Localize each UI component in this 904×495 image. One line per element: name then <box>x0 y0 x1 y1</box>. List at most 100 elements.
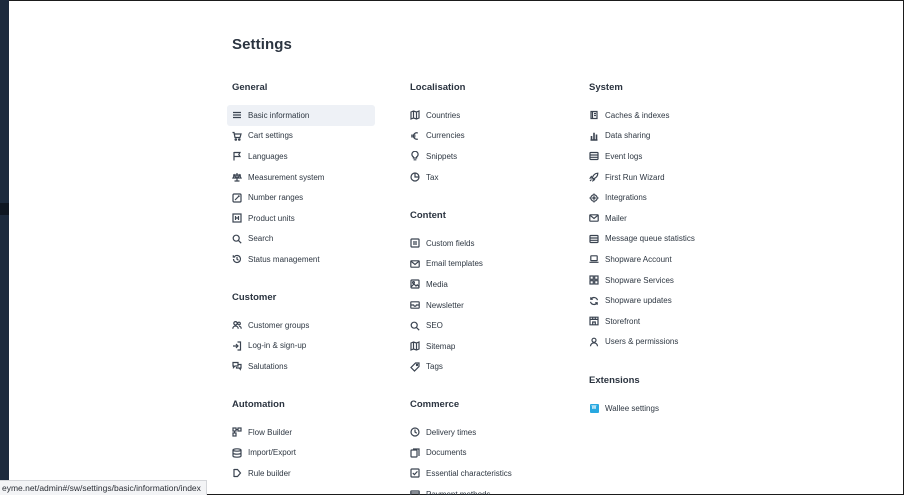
settings-item-label: Shopware Services <box>605 275 674 285</box>
settings-item-payment-methods[interactable]: Payment methods <box>405 484 553 495</box>
settings-item-integrations[interactable]: Integrations <box>584 187 732 208</box>
settings-item-number-ranges[interactable]: Number ranges <box>227 187 375 208</box>
users-icon <box>232 320 242 330</box>
settings-item-import-export[interactable]: Import/Export <box>227 443 375 464</box>
chat-icon <box>232 361 242 372</box>
settings-item-label: Caches & indexes <box>605 110 670 120</box>
settings-item-cart-settings[interactable]: Cart settings <box>227 126 375 147</box>
settings-item-label: Number ranges <box>248 193 304 203</box>
target-icon <box>589 193 599 203</box>
flag-icon <box>232 151 242 161</box>
settings-item-label: Status management <box>248 254 320 264</box>
euro-icon <box>410 131 420 141</box>
settings-item-label: Sitemap <box>426 341 456 351</box>
settings-item-label: Mailer <box>605 213 627 223</box>
custom-field-icon <box>410 238 420 248</box>
settings-item-label: Wallee settings <box>605 403 659 413</box>
settings-item-log-in-and-sign-up[interactable]: Log-in & sign-up <box>227 336 375 357</box>
settings-item-status-management[interactable]: Status management <box>227 249 375 270</box>
settings-item-message-queue-statistics[interactable]: Message queue statistics <box>584 229 732 250</box>
sidebar-edge-marker <box>0 203 9 215</box>
settings-item-newsletter[interactable]: Newsletter <box>405 295 553 316</box>
search-icon <box>410 321 420 331</box>
settings-item-flow-builder[interactable]: Flow Builder <box>227 422 375 443</box>
settings-item-media[interactable]: Media <box>405 274 553 295</box>
settings-item-label: Cart settings <box>248 131 293 141</box>
section-localisation: Localisation Countries Currencies Snippets T… <box>410 81 560 187</box>
settings-item-search[interactable]: Search <box>227 229 375 250</box>
settings-item-first-run-wizard[interactable]: First Run Wizard <box>584 167 732 188</box>
settings-item-customer-groups[interactable]: Customer groups <box>227 315 375 336</box>
settings-item-sitemap[interactable]: Sitemap <box>405 336 553 357</box>
settings-item-label: Documents <box>426 448 467 458</box>
scale-icon <box>232 172 242 182</box>
section-commerce: Commerce Delivery times Documents Essential… <box>410 398 560 495</box>
settings-item-storefront[interactable]: Storefront <box>584 311 732 332</box>
settings-item-label: Measurement system <box>248 172 325 182</box>
checkbox-icon <box>410 468 420 479</box>
settings-item-measurement-system[interactable]: Measurement system <box>227 167 375 188</box>
settings-item-users-and-permissions[interactable]: Users & permissions <box>584 332 732 353</box>
section-title-localisation: Localisation <box>410 82 466 93</box>
page-title: Settings <box>232 36 292 53</box>
bulb-icon <box>410 151 420 161</box>
settings-item-label: Custom fields <box>426 238 475 248</box>
settings-item-shopware-services[interactable]: Shopware Services <box>584 270 732 291</box>
settings-item-custom-fields[interactable]: Custom fields <box>405 233 553 254</box>
settings-item-snippets[interactable]: Snippets <box>405 146 553 167</box>
section-extensions: Extensions W Wallee settings <box>589 374 739 419</box>
settings-item-label: First Run Wizard <box>605 172 665 182</box>
list-icon <box>589 151 599 161</box>
settings-item-salutations[interactable]: Salutations <box>227 356 375 377</box>
settings-item-rule-builder[interactable]: Rule builder <box>227 463 375 484</box>
settings-item-currencies[interactable]: Currencies <box>405 126 553 147</box>
credit-card-icon <box>410 489 420 495</box>
settings-item-caches-and-indexes[interactable]: Caches & indexes <box>584 105 732 126</box>
settings-item-delivery-times[interactable]: Delivery times <box>405 422 553 443</box>
settings-item-label: Shopware updates <box>605 296 672 306</box>
settings-item-shopware-account[interactable]: Shopware Account <box>584 249 732 270</box>
settings-item-mailer[interactable]: Mailer <box>584 208 732 229</box>
search-icon <box>232 234 242 244</box>
laptop-icon <box>589 254 599 264</box>
settings-item-tags[interactable]: Tags <box>405 357 553 378</box>
menu-icon <box>232 110 242 120</box>
settings-item-label: Product units <box>248 213 295 223</box>
section-automation: Automation Flow Builder Import/Export Rule … <box>232 398 382 484</box>
settings-item-label: Languages <box>248 151 288 161</box>
settings-item-wallee-settings[interactable]: W Wallee settings <box>584 398 732 419</box>
map-icon <box>410 341 420 352</box>
settings-item-tax[interactable]: Tax <box>405 167 553 188</box>
settings-item-label: Currencies <box>426 131 465 141</box>
settings-item-label: Rule builder <box>248 468 291 478</box>
settings-item-documents[interactable]: Documents <box>405 443 553 464</box>
storefront-icon <box>589 316 599 326</box>
bar-chart-icon <box>589 131 599 141</box>
settings-item-data-sharing[interactable]: Data sharing <box>584 126 732 147</box>
settings-item-product-units[interactable]: Product units <box>227 208 375 229</box>
settings-item-email-templates[interactable]: Email templates <box>405 254 553 275</box>
section-title-customer: Customer <box>232 292 277 303</box>
settings-item-languages[interactable]: Languages <box>227 146 375 167</box>
number-range-icon <box>232 193 242 203</box>
settings-item-essential-characteristics[interactable]: Essential characteristics <box>405 463 553 484</box>
settings-item-basic-information[interactable]: Basic information <box>227 105 375 126</box>
rule-icon <box>232 468 242 478</box>
settings-item-shopware-updates[interactable]: Shopware updates <box>584 290 732 311</box>
settings-item-countries[interactable]: Countries <box>405 105 553 126</box>
settings-item-event-logs[interactable]: Event logs <box>584 146 732 167</box>
flow-icon <box>232 427 242 437</box>
grid-icon <box>589 275 599 285</box>
status-bar-url: eyme.net/admin#/sw/settings/basic/inform… <box>0 480 207 495</box>
settings-item-seo[interactable]: SEO <box>405 315 553 336</box>
history-icon <box>232 254 242 264</box>
wallee-logo-icon: W <box>589 403 599 413</box>
settings-item-label: Log-in & sign-up <box>248 341 307 351</box>
section-title-automation: Automation <box>232 399 285 410</box>
section-title-system: System <box>589 82 623 93</box>
settings-item-label: Import/Export <box>248 448 297 458</box>
section-title-general: General <box>232 82 268 93</box>
settings-item-label: Salutations <box>248 361 288 371</box>
tag-icon <box>410 362 420 372</box>
unit-icon <box>232 213 242 223</box>
